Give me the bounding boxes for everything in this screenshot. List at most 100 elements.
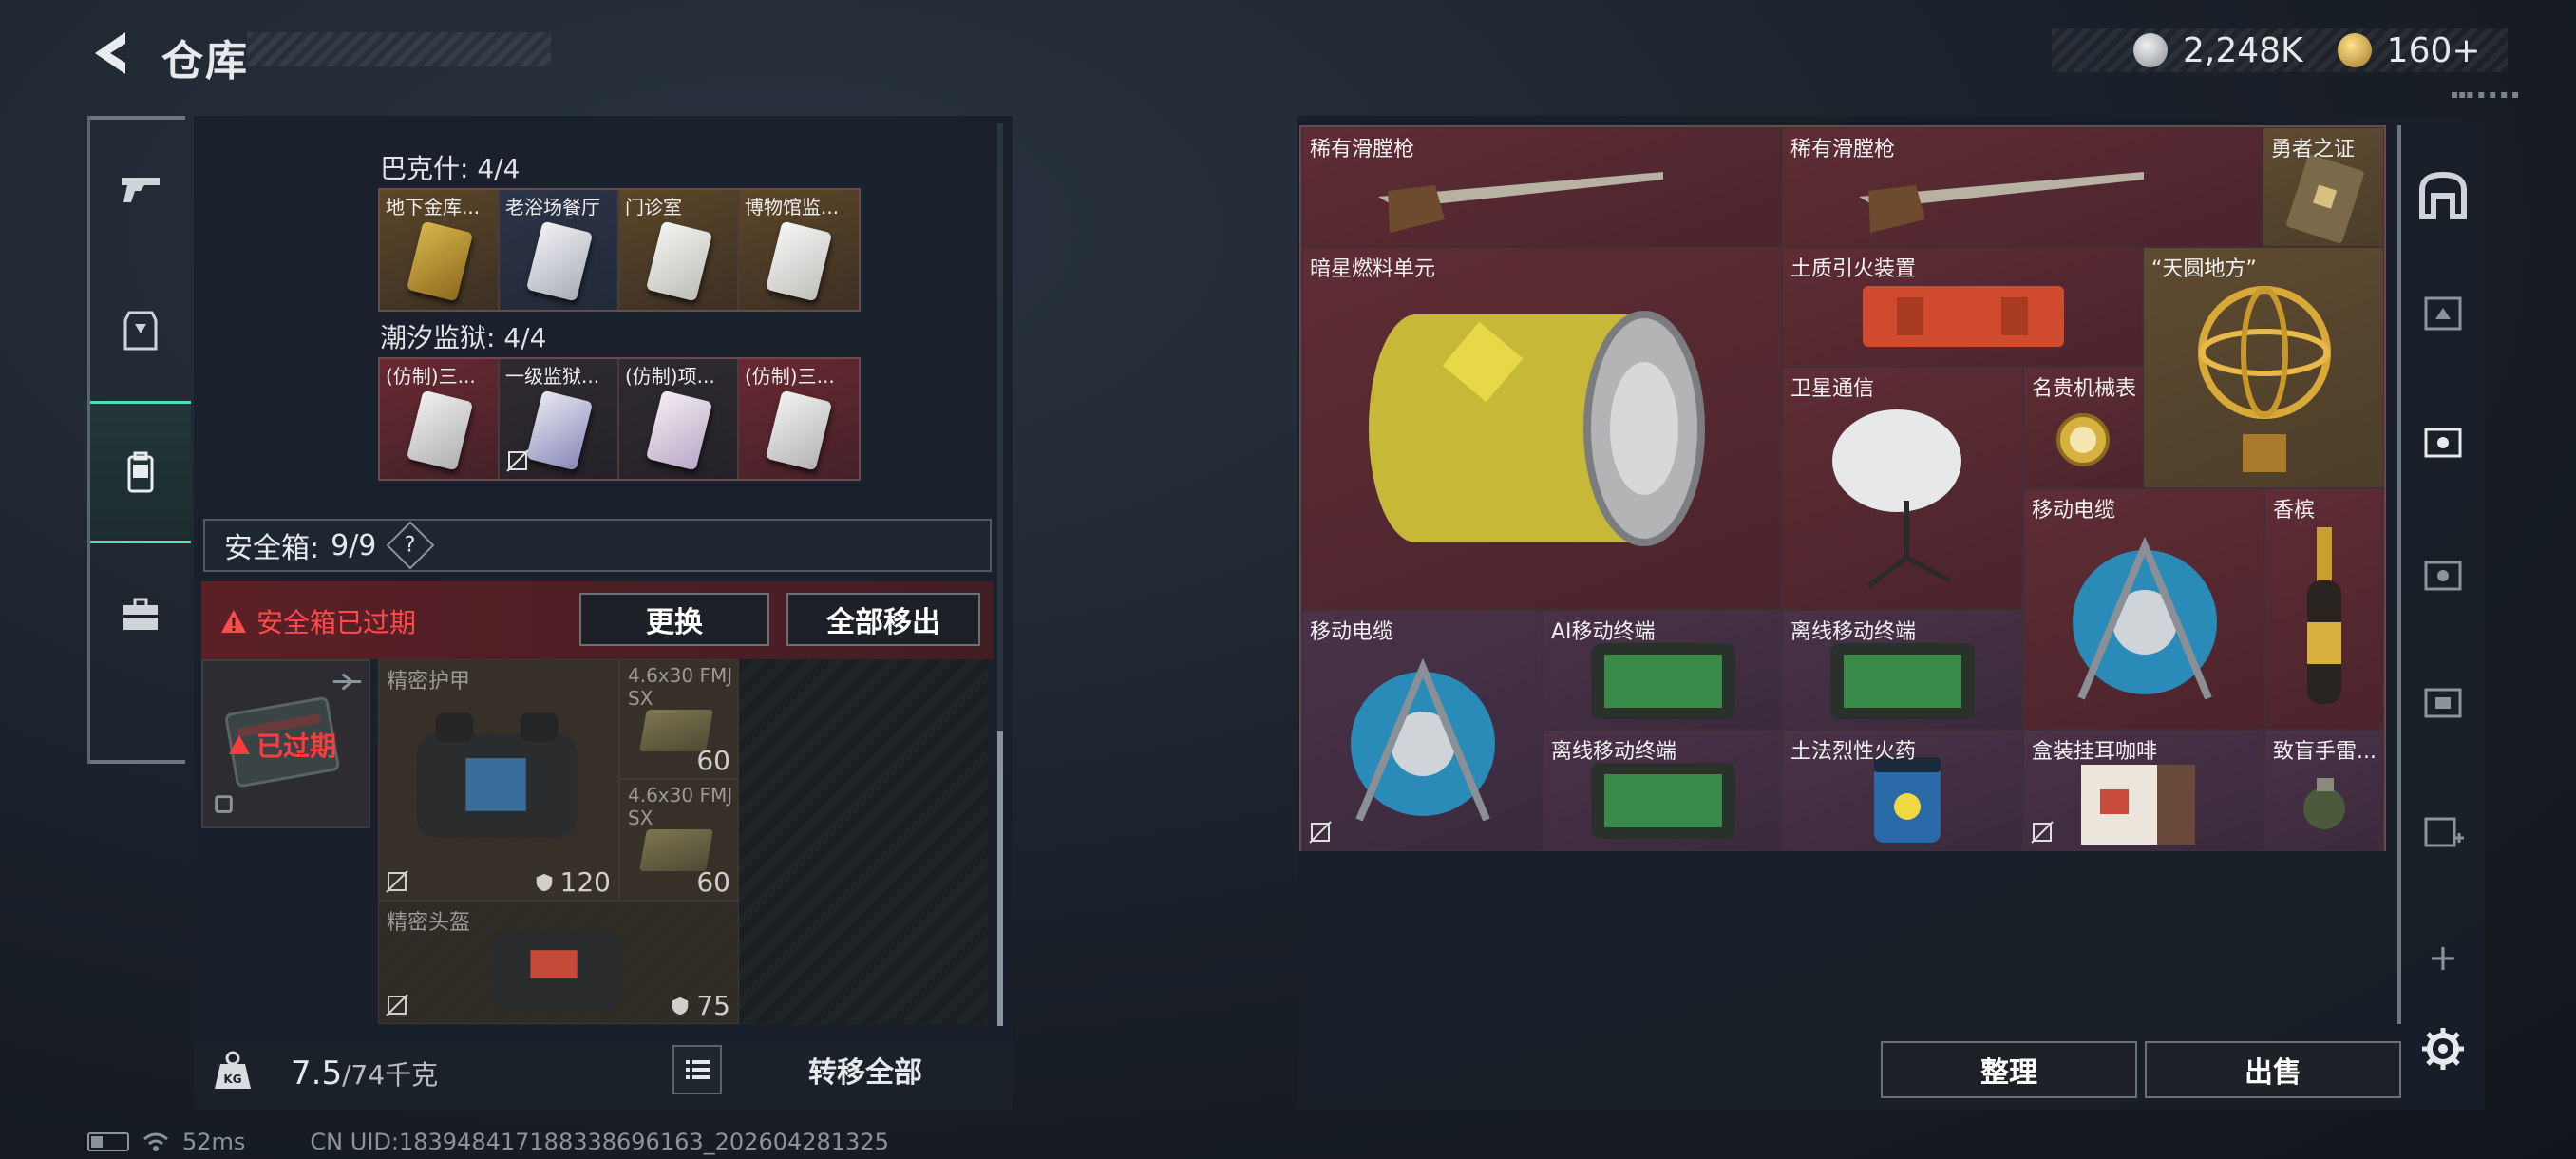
stash-item[interactable]: 香槟 xyxy=(2264,488,2384,730)
stash-item[interactable]: 稀有滑膛枪 xyxy=(1301,127,1782,247)
stash-tab-iv-icon[interactable] xyxy=(2420,420,2466,466)
item-name: 稀有滑膛枪 xyxy=(1310,138,1415,162)
stash-item[interactable]: AI移动终端 xyxy=(1543,610,1782,730)
item-name: 香槟 xyxy=(2273,499,2316,522)
warning-icon xyxy=(221,610,246,633)
stash-item[interactable]: 移动电缆 xyxy=(1301,610,1543,851)
list-icon xyxy=(686,1060,710,1079)
keycard-icon xyxy=(525,220,594,302)
category-backpack[interactable] xyxy=(90,401,191,543)
item-name: 盒装挂耳咖啡 xyxy=(2032,740,2158,764)
gold-coin-icon xyxy=(2337,33,2372,67)
backpack-icon xyxy=(127,451,154,493)
item-name: 暗星燃料单元 xyxy=(1310,257,1436,281)
keycard-slot[interactable]: (仿制)三... xyxy=(380,359,500,479)
keycard-slot[interactable]: 一级监狱... xyxy=(500,359,619,479)
safebox-item-helmet[interactable]: 精密头盔 75 xyxy=(378,901,739,1024)
scrollbar-thumb[interactable] xyxy=(997,732,1003,1026)
item-name: 离线移动终端 xyxy=(1790,620,1917,644)
keycard-slot[interactable]: 门诊室 xyxy=(619,190,739,310)
stash-tab-iii-icon[interactable] xyxy=(2420,291,2466,336)
weight-readout: 7.5/74千克 xyxy=(291,1054,438,1092)
shield-icon xyxy=(672,997,689,1015)
safebox-expired-message: 安全箱已过期 xyxy=(220,602,416,640)
list-view-button[interactable] xyxy=(672,1045,722,1094)
category-briefcase[interactable] xyxy=(90,543,191,686)
stash-tab-add-icon[interactable] xyxy=(2420,809,2466,855)
move-all-out-button[interactable]: 全部移出 xyxy=(786,593,980,646)
keycard-row-chaoxi: (仿制)三... 一级监狱... (仿制)项... (仿制)三... xyxy=(378,357,861,481)
back-arrow-icon xyxy=(95,32,125,74)
item-name: AI移动终端 xyxy=(1551,620,1656,644)
keycard-label: 门诊室 xyxy=(625,196,682,218)
stash-item[interactable]: 暗星燃料单元 xyxy=(1301,247,1782,610)
fuel-canister-icon xyxy=(1369,311,1705,546)
safebox-help-button[interactable]: ? xyxy=(386,521,435,570)
gold-amount[interactable]: 160+ xyxy=(2387,31,2481,70)
keycard-slot[interactable]: (仿制)三... xyxy=(739,359,859,479)
stash-item[interactable]: “天圆地方” xyxy=(2143,247,2384,488)
armor-icon xyxy=(416,712,578,838)
weight-current: 7.5 xyxy=(291,1054,343,1092)
keycard-slot[interactable]: 博物馆监... xyxy=(739,190,859,310)
organize-button[interactable]: 整理 xyxy=(1881,1041,2137,1098)
keycard-label: 老浴场餐厅 xyxy=(505,196,600,218)
keycard-icon xyxy=(406,390,474,471)
settings-gear-icon[interactable] xyxy=(2420,1026,2466,1072)
keycard-icon xyxy=(406,220,474,302)
stash-item[interactable]: 土质引火装置 xyxy=(1782,247,2143,367)
keycard-row-bakeshi: 地下金库... 老浴场餐厅 门诊室 博物馆监... xyxy=(378,188,861,312)
safebox-item-ammo[interactable]: 4.6x30 FMJ SX 60 xyxy=(619,659,739,779)
item-name: 名贵机械表 xyxy=(2032,377,2137,401)
stash-item[interactable]: 勇者之证 xyxy=(2263,127,2384,247)
item-name: 土质引火装置 xyxy=(1790,257,1917,281)
armillary-sphere-icon xyxy=(2198,286,2331,472)
safebox-slot-expired: 已过期 xyxy=(228,726,336,764)
replace-button[interactable]: 更换 xyxy=(579,593,769,646)
category-rail xyxy=(87,116,191,764)
safebox-item-ammo[interactable]: 4.6x30 FMJ SX 60 xyxy=(619,779,739,901)
item-name: 土法烈性火药 xyxy=(1790,740,1917,764)
safebox-item-armor[interactable]: 精密护甲 120 xyxy=(378,659,619,901)
silver-amount: 2,248K xyxy=(2183,30,2303,70)
item-name: 移动电缆 xyxy=(2032,499,2116,522)
transfer-all-button[interactable]: 转移全部 xyxy=(737,1041,994,1098)
briefcase-icon xyxy=(123,598,158,630)
back-button[interactable] xyxy=(87,27,135,80)
stash-item[interactable]: 名贵机械表 xyxy=(2023,367,2143,488)
stash-item[interactable]: 移动电缆 xyxy=(2023,488,2264,730)
stash-item[interactable]: 离线移动终端 xyxy=(1782,610,2023,730)
keycard-slot[interactable]: (仿制)项... xyxy=(619,359,739,479)
helmet-durability: 75 xyxy=(670,990,730,1021)
sell-button[interactable]: 出售 xyxy=(2145,1041,2401,1098)
keycard-label: (仿制)三... xyxy=(745,365,835,388)
item-name: 离线移动终端 xyxy=(1551,740,1677,764)
add-stash-tab-button[interactable]: + xyxy=(2428,937,2458,978)
stash-item[interactable]: 土法烈性火药 xyxy=(1782,730,2023,851)
warning-icon xyxy=(229,735,250,754)
ammo-count: 60 xyxy=(696,745,730,776)
item-name: “天圆地方” xyxy=(2151,257,2257,281)
stash-tab-iv-b-icon[interactable] xyxy=(2420,553,2466,598)
stash-item[interactable]: 卫星通信 xyxy=(1782,367,2023,610)
keycard-label: 一级监狱... xyxy=(505,365,600,388)
keycard-slot[interactable]: 地下金库... xyxy=(380,190,500,310)
stash-tab-iii-b-icon[interactable] xyxy=(2420,680,2466,726)
ammo-box-icon xyxy=(639,829,713,871)
weight-icon: KG xyxy=(215,1051,251,1089)
battery-icon xyxy=(87,1132,129,1151)
stash-item[interactable]: 盒装挂耳咖啡 xyxy=(2023,730,2264,851)
expired-label: 安全箱已过期 xyxy=(256,607,417,638)
keycard-label: (仿制)项... xyxy=(625,365,715,388)
category-armor[interactable] xyxy=(90,258,191,401)
keycard-slot[interactable]: 老浴场餐厅 xyxy=(500,190,619,310)
svg-text:KG: KG xyxy=(223,1073,241,1086)
silver-coin-icon xyxy=(2133,33,2168,67)
stash-item[interactable]: 稀有滑膛枪 xyxy=(1782,127,2263,247)
currency-bar: 2,248K 160+ xyxy=(2052,28,2508,72)
stash-item[interactable]: 离线移动终端 xyxy=(1543,730,1782,851)
stash-overview-icon[interactable] xyxy=(2415,167,2472,224)
champagne-bottle-icon xyxy=(2307,527,2341,704)
category-weapons[interactable] xyxy=(90,116,191,258)
stash-item[interactable]: 致盲手雷... xyxy=(2264,730,2384,851)
